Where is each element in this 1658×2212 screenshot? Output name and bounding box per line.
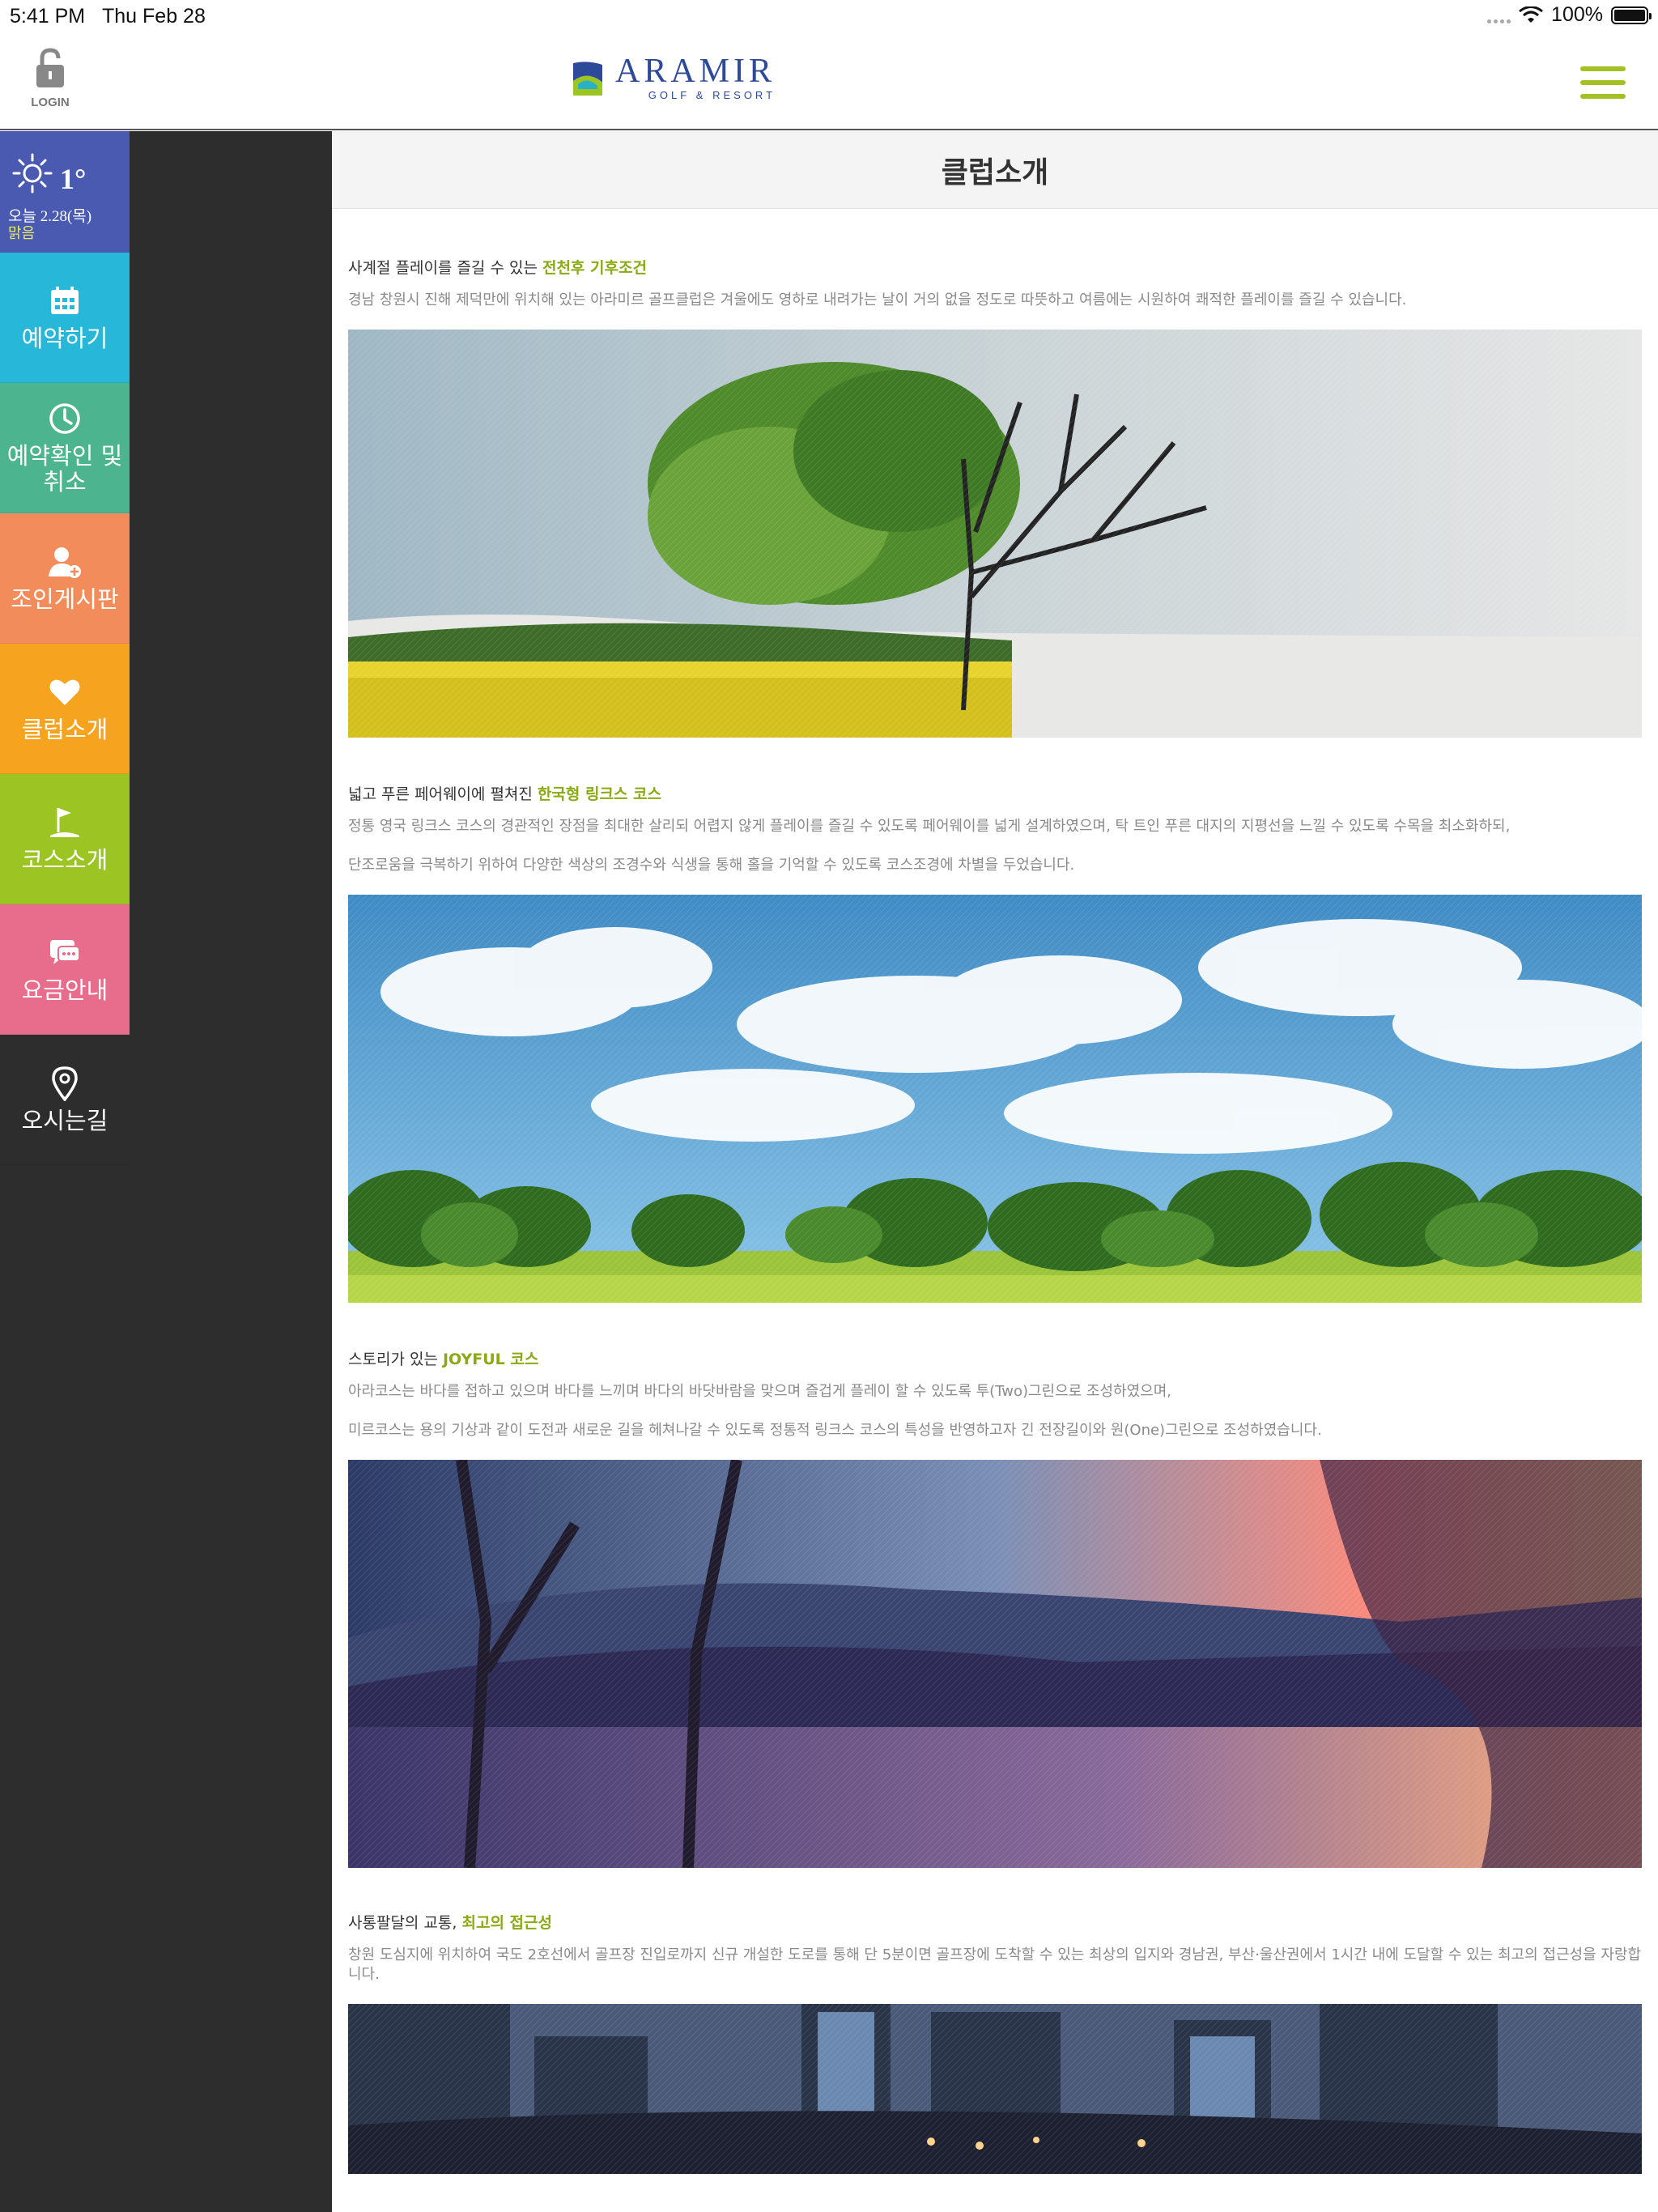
nav-course-intro[interactable]: 코스소개	[0, 774, 130, 904]
golf-flag-icon	[50, 808, 79, 837]
section-joyful-course: 스토리가 있는 JOYFUL 코스 아라코스는 바다를 접하고 있으며 바다를 …	[348, 1347, 1642, 1868]
battery-icon	[1611, 6, 1652, 24]
sidebar: 1° 오늘 2.28(목) 맑음 예약하기 예약확인 및 취소 조인게시판 클럽…	[0, 131, 332, 2212]
login-button[interactable]: LOGIN	[26, 47, 74, 109]
status-date: Thu Feb 28	[102, 5, 206, 28]
battery-percent: 100%	[1551, 3, 1603, 26]
nav-label: 요금안내	[21, 976, 108, 1004]
section-paragraph: 경남 창원시 진해 제덕만에 위치해 있는 아라미르 골프클럽은 겨울에도 영하…	[348, 291, 1407, 308]
weather-temperature: 1°	[60, 163, 87, 195]
hamburger-menu-icon[interactable]	[1580, 66, 1626, 99]
nav-label: 예약하기	[21, 325, 108, 352]
logo-mark-icon	[573, 61, 602, 96]
sun-icon	[12, 153, 53, 194]
logo-text: ARAMIR GOLF & RESORT	[615, 53, 776, 101]
nav-label: 예약확인 및 취소	[6, 442, 123, 496]
section-paragraph: 미르코스는 용의 기상과 같이 도전과 새로운 길을 헤쳐나갈 수 있도록 정통…	[348, 1422, 1322, 1439]
sunset-lake-image	[348, 1460, 1642, 1868]
section-climate: 사계절 플레이를 즐길 수 있는 전천후 기후조건 경남 창원시 진해 제덕만에…	[348, 256, 1642, 738]
logo-name: ARAMIR	[615, 53, 776, 90]
section-heading: 사통팔달의 교통, 최고의 접근성	[348, 1914, 552, 1932]
nav-join-board[interactable]: 조인게시판	[0, 513, 130, 644]
app-header: LOGIN ARAMIR GOLF & RESORT	[0, 32, 1658, 130]
nav-reservation-check[interactable]: 예약확인 및 취소	[0, 383, 130, 513]
status-right: 100%	[1487, 3, 1652, 27]
nav-directions[interactable]: 오시는길	[0, 1035, 130, 1165]
location-pin-icon	[52, 1066, 78, 1101]
chat-icon	[50, 940, 80, 964]
status-time: 5:41 PM	[10, 5, 86, 28]
section-paragraph: 창원 도심지에 위치하여 국도 2호선에서 골프장 진입로까지 신규 개설한 도…	[348, 1946, 1642, 1983]
section-paragraph: 단조로움을 극복하기 위하여 다양한 색상의 조경수와 식생을 통해 홀을 기억…	[348, 857, 1075, 874]
city-night-image	[348, 2004, 1642, 2174]
unlock-icon	[36, 48, 64, 87]
section-links-course: 넓고 푸른 페어웨이에 펼쳐진 한국형 링크스 코스 정통 영국 링크스 코스의…	[348, 782, 1642, 1303]
section-paragraph: 정통 영국 링크스 코스의 경관적인 장점을 최대한 살리되 어렵지 않게 플레…	[348, 818, 1511, 835]
side-nav: 1° 오늘 2.28(목) 맑음 예약하기 예약확인 및 취소 조인게시판 클럽…	[0, 131, 130, 1165]
section-heading: 넓고 푸른 페어웨이에 펼쳐진 한국형 링크스 코스	[348, 785, 661, 803]
section-heading: 스토리가 있는 JOYFUL 코스	[348, 1351, 539, 1368]
page-title: 클럽소개	[941, 155, 1049, 189]
section-heading: 사계절 플레이를 즐길 수 있는 전천후 기후조건	[348, 259, 647, 277]
calendar-icon	[51, 287, 79, 314]
aramir-logo[interactable]: ARAMIR GOLF & RESORT	[572, 53, 776, 101]
nav-reservation[interactable]: 예약하기	[0, 253, 130, 383]
user-add-icon	[49, 547, 81, 578]
fairway-sky-image	[348, 895, 1642, 1303]
tree-seasons-image	[348, 330, 1642, 738]
nav-label: 조인게시판	[11, 585, 119, 613]
clock-icon	[49, 403, 80, 434]
wifi-icon	[1519, 6, 1543, 23]
status-bar: 5:41 PM Thu Feb 28 100%	[0, 0, 1658, 32]
nav-label: 클럽소개	[21, 716, 108, 743]
heart-icon	[49, 679, 80, 705]
login-label: LOGIN	[31, 96, 70, 109]
page-title-bar: 클럽소개	[332, 131, 1658, 209]
weather-widget: 1° 오늘 2.28(목) 맑음	[0, 131, 130, 253]
nav-label: 코스소개	[21, 846, 108, 874]
section-paragraph: 아라코스는 바다를 접하고 있으며 바다를 느끼며 바다의 바닷바람을 맞으며 …	[348, 1383, 1172, 1400]
nav-label: 오시는길	[21, 1107, 108, 1134]
cellular-signal-icon	[1487, 7, 1511, 23]
weather-condition: 맑음	[8, 225, 36, 242]
section-accessibility: 사통팔달의 교통, 최고의 접근성 창원 도심지에 위치하여 국도 2호선에서 …	[348, 1911, 1642, 2174]
main-content: 클럽소개 사계절 플레이를 즐길 수 있는 전천후 기후조건 경남 창원시 진해…	[332, 131, 1658, 2212]
nav-club-intro[interactable]: 클럽소개	[0, 644, 130, 774]
logo-subtitle: GOLF & RESORT	[648, 89, 776, 101]
nav-pricing[interactable]: 요금안내	[0, 904, 130, 1035]
